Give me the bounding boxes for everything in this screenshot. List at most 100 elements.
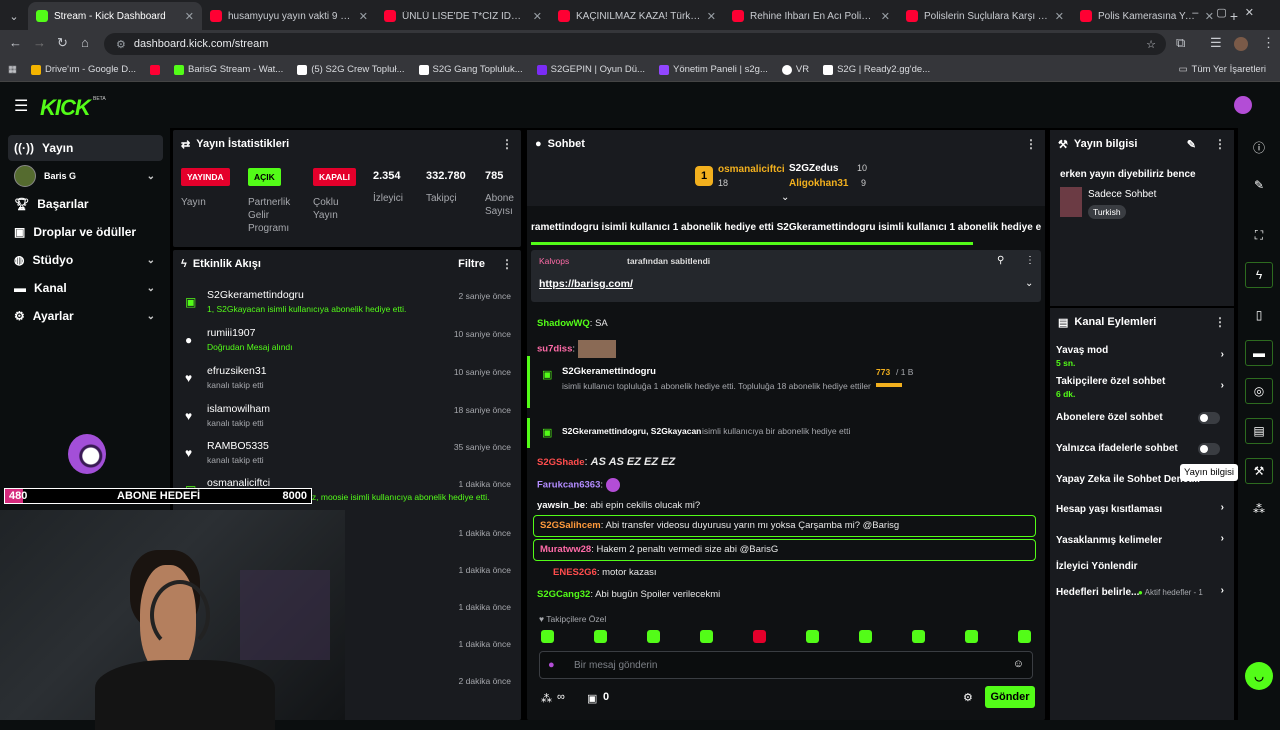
pin-icon[interactable]: ⚲ xyxy=(997,255,1004,266)
apps-grid-icon[interactable]: ▦ xyxy=(8,64,17,75)
chat-bubble-icon[interactable]: ▬ xyxy=(1245,340,1273,366)
sidebar-item-achievements[interactable]: 🏆︎ Başarılar xyxy=(8,191,163,217)
bookmark-item[interactable]: S2GEPIN | Oyun Dü... xyxy=(536,64,645,75)
site-info-icon[interactable]: ⚙ xyxy=(116,38,126,51)
sidebar-item-channel[interactable]: ▬ Kanal ⌄ xyxy=(8,275,163,301)
bookmark-item[interactable]: (5) S2G Crew Topluł... xyxy=(297,64,405,75)
extensions-icon[interactable]: ⧉ xyxy=(1176,35,1185,51)
chat-username[interactable]: su7diss xyxy=(537,344,572,355)
home-icon[interactable]: ⌂ xyxy=(81,35,89,50)
gift-user[interactable]: S2Gkeramettindogru, S2Gkayacan xyxy=(562,426,701,436)
emote-icon[interactable] xyxy=(912,630,925,643)
support-icon[interactable]: ◡ xyxy=(1245,662,1273,690)
emote-icon[interactable] xyxy=(753,630,766,643)
emote-icon[interactable] xyxy=(700,630,713,643)
event-user[interactable]: efruzsiken31 xyxy=(207,365,267,377)
followers-only-setting[interactable]: Takipçilere özel sohbet 6 dk. › xyxy=(1056,376,1228,399)
menu-icon[interactable]: ⋮ xyxy=(1262,35,1275,51)
browser-tab[interactable]: husamyuyu yayın vakti 9 - YouT ✕ xyxy=(202,2,376,30)
subscribers-only-toggle[interactable] xyxy=(1198,412,1220,424)
chat-username[interactable]: Muratww28 xyxy=(540,544,591,555)
kick-logo[interactable]: KICK xyxy=(40,95,91,121)
more-options-icon[interactable]: ⋮ xyxy=(1214,137,1226,151)
bookmark-item[interactable]: S2G | Ready2.gg'de... xyxy=(823,64,930,75)
more-options-icon[interactable]: ⋮ xyxy=(501,257,513,271)
event-user[interactable]: S2Gkeramettindogru xyxy=(207,289,304,301)
reload-icon[interactable]: ↻ xyxy=(57,35,68,51)
browser-tab[interactable]: Stream - Kick Dashboard ✕ xyxy=(28,2,202,30)
gift-user[interactable]: S2Gkeramettindogru xyxy=(562,366,656,377)
bookmark-item[interactable]: VR xyxy=(781,64,809,75)
browser-tab[interactable]: ÜNLÜ LİSE'DE T*CİZ İDDİASI - ✕ xyxy=(376,2,550,30)
close-icon[interactable]: ✕ xyxy=(533,10,542,23)
emote-only-toggle[interactable] xyxy=(1198,443,1220,455)
chat-username[interactable]: S2GCang32 xyxy=(537,589,590,600)
bookmark-item[interactable]: Drive'ım - Google D... xyxy=(30,64,136,75)
chat-username[interactable]: S2GShade xyxy=(537,457,585,468)
banned-words-setting[interactable]: Yasaklanmış kelimeler › xyxy=(1056,533,1228,546)
document-icon[interactable]: ▯ xyxy=(1245,302,1273,328)
emote-icon[interactable] xyxy=(1018,630,1031,643)
sidebar-item-studio[interactable]: ◍ Stüdyo ⌄ xyxy=(8,247,163,273)
edit-icon[interactable]: ✎ xyxy=(1187,138,1196,151)
profile-avatar[interactable] xyxy=(1234,37,1248,51)
emote-icon[interactable] xyxy=(541,630,554,643)
emote-icon[interactable] xyxy=(806,630,819,643)
sidebar-item-drops[interactable]: ▣ Droplar ve ödüller xyxy=(8,219,163,245)
event-user[interactable]: rumiii1907 xyxy=(207,327,255,339)
gifter-name[interactable]: S2GZedus xyxy=(789,163,838,174)
chat-username[interactable]: ShadowWQ xyxy=(537,318,590,329)
share-icon[interactable]: ⁂ xyxy=(1245,496,1273,522)
emote-icon[interactable] xyxy=(965,630,978,643)
send-button[interactable]: Gönder xyxy=(985,686,1035,708)
chat-username[interactable]: S2GSalihcem xyxy=(540,520,601,531)
slow-mode-setting[interactable]: Yavaş mod 5 sn. › xyxy=(1056,345,1228,368)
expand-icon[interactable]: ⛶ xyxy=(1245,222,1273,248)
goals-setting[interactable]: Hedefleri belirle... ● Aktif hedefler - 1… xyxy=(1056,585,1228,598)
forward-icon[interactable]: → xyxy=(33,35,46,50)
emoji-icon[interactable]: ☺ xyxy=(1013,658,1024,670)
broadcast-icon[interactable]: ◎ xyxy=(1245,378,1273,404)
close-icon[interactable]: ✕ xyxy=(1055,10,1064,23)
chat-username[interactable]: Farukcan6363 xyxy=(537,480,600,491)
pinned-link[interactable]: https://barisg.com/ xyxy=(539,278,633,290)
bookmark-item[interactable] xyxy=(150,64,161,75)
wrench-icon[interactable]: ⚒ xyxy=(1245,458,1273,484)
lightning-icon[interactable]: ϟ xyxy=(1245,262,1273,288)
edit-icon[interactable]: ✎ xyxy=(1245,172,1273,198)
emote-icon[interactable] xyxy=(859,630,872,643)
gifter-name[interactable]: Aligokhan31 xyxy=(789,178,848,189)
more-options-icon[interactable]: ⋮ xyxy=(1025,255,1035,266)
category-name[interactable]: Sadece Sohbet xyxy=(1088,189,1156,200)
browser-tab[interactable]: KAÇINILMAZ KAZA! Türkiye'de ✕ xyxy=(550,2,724,30)
chevron-down-icon[interactable]: ⌄ xyxy=(781,192,789,203)
account-age-setting[interactable]: Hesap yaşı kısıtlaması › xyxy=(1056,502,1228,515)
info-icon[interactable]: ⓘ xyxy=(1245,134,1273,160)
more-options-icon[interactable]: ⋮ xyxy=(501,137,513,151)
emote-icon[interactable] xyxy=(647,630,660,643)
sidebar-item-yayin[interactable]: ((·)) Yayın xyxy=(8,135,163,161)
tab-search-icon[interactable]: ⌄ xyxy=(0,2,28,30)
media-icon[interactable]: ☰ xyxy=(1210,35,1222,51)
close-icon[interactable]: ✕ xyxy=(881,10,890,23)
chevron-down-icon[interactable]: ⌄ xyxy=(1025,278,1033,289)
more-options-icon[interactable]: ⋮ xyxy=(1025,137,1037,151)
emote-icon[interactable] xyxy=(594,630,607,643)
bookmark-item[interactable]: Yönetim Paneli | s2g... xyxy=(658,64,768,75)
chat-username[interactable]: ENES2G6 xyxy=(553,567,597,578)
bookmark-star-icon[interactable]: ☆ xyxy=(1146,38,1156,51)
event-user[interactable]: RAMBO5335 xyxy=(207,440,269,452)
browser-tab[interactable]: Polislerin Suçlulara Karşı Yenild ✕ xyxy=(898,2,1072,30)
more-options-icon[interactable]: ⋮ xyxy=(1214,315,1226,329)
raid-setting[interactable]: İzleyici Yönlendir xyxy=(1056,561,1228,572)
sidebar-item-channel-switcher[interactable]: Baris G ⌄ xyxy=(8,163,163,189)
bookmark-item[interactable]: BarisG Stream - Wat... xyxy=(174,64,283,75)
gear-icon[interactable]: ⚙ xyxy=(963,691,973,704)
address-bar[interactable]: ⚙ dashboard.kick.com/stream ☆ xyxy=(104,33,1166,55)
sidebar-item-settings[interactable]: ⚙ Ayarlar ⌄ xyxy=(8,303,163,329)
close-icon[interactable]: ✕ xyxy=(185,10,194,23)
all-bookmarks[interactable]: ▭ Tüm Yer İşaretleri xyxy=(1179,64,1266,75)
bookmark-item[interactable]: S2G Gang Topluluk... xyxy=(418,64,523,75)
close-icon[interactable]: ✕ xyxy=(707,10,716,23)
filter-button[interactable]: Filtre xyxy=(458,258,485,270)
